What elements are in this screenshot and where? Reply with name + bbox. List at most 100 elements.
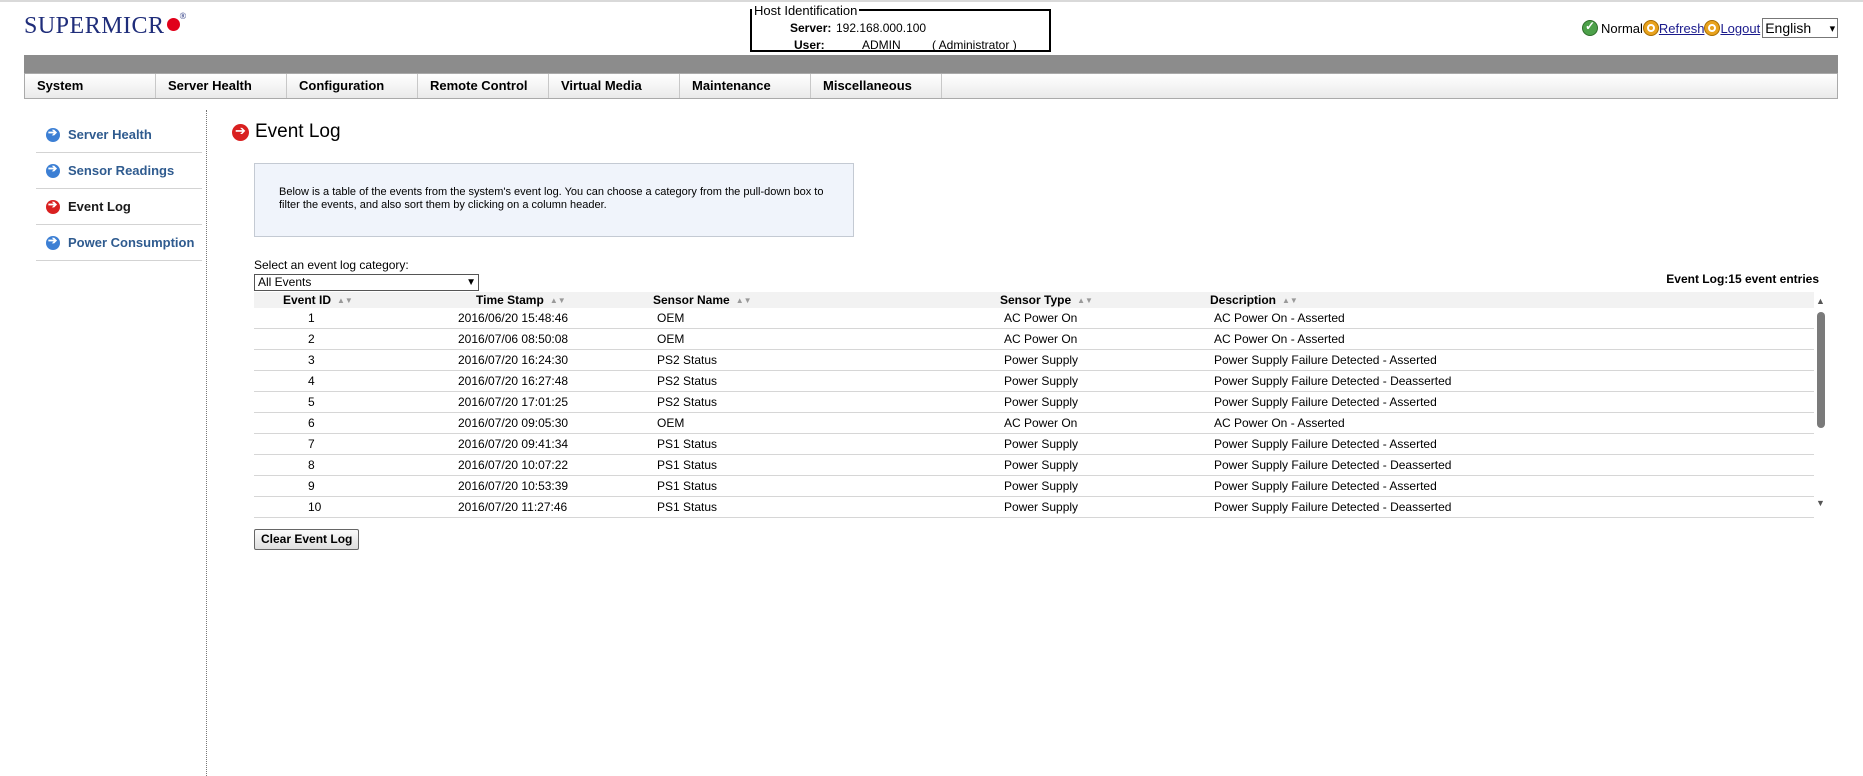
- column-header-sensor-type[interactable]: Sensor Type ▲▼: [963, 293, 1204, 307]
- main-menu: System Server Health Configuration Remot…: [24, 73, 1838, 99]
- cell-description: AC Power On - Asserted: [1214, 332, 1345, 346]
- logout-icon[interactable]: [1704, 20, 1721, 36]
- cell-event-id: 10: [308, 500, 322, 514]
- column-header-label: Sensor Type: [1000, 293, 1072, 307]
- menu-server-health[interactable]: Server Health: [156, 74, 287, 98]
- sidebar-item-sensor-readings[interactable]: Sensor Readings: [36, 153, 202, 189]
- sort-icon: ▲▼: [735, 296, 752, 305]
- user-role: ( Administrator ): [932, 38, 1017, 52]
- cell-time-stamp: 2016/06/20 15:48:46: [458, 311, 569, 325]
- host-identification-legend: Host Identification: [752, 3, 860, 18]
- cell-time-stamp: 2016/07/06 08:50:08: [458, 332, 569, 346]
- column-header-label: Time Stamp: [476, 293, 544, 307]
- cell-event-id: 6: [308, 416, 315, 430]
- table-scrollbar[interactable]: ▲ ▼: [1815, 296, 1827, 508]
- cell-sensor-name: PS2 Status: [657, 353, 718, 367]
- header-band: [24, 55, 1838, 73]
- user-label: User:: [794, 38, 825, 52]
- cell-sensor-name: PS1 Status: [657, 500, 718, 514]
- cell-event-id: 3: [308, 353, 315, 367]
- table-header: Event ID ▲▼ Time Stamp ▲▼ Sensor Name ▲▼ Se…: [254, 292, 1814, 308]
- clear-event-log-button[interactable]: Clear Event Log: [254, 529, 360, 550]
- cell-time-stamp: 2016/07/20 10:07:22: [458, 458, 569, 472]
- category-select[interactable]: All Events ▼: [254, 274, 479, 291]
- sort-icon: ▲▼: [1077, 296, 1093, 305]
- column-header-label: Sensor Name: [653, 293, 730, 307]
- language-select[interactable]: English ▾: [1762, 18, 1839, 38]
- cell-sensor-type: AC Power On: [1004, 416, 1078, 430]
- scroll-up-icon[interactable]: ▲: [1816, 296, 1825, 306]
- scroll-down-icon[interactable]: ▼: [1816, 498, 1825, 508]
- host-identification-box: Host Identification Server: 192.168.000.…: [750, 3, 1051, 52]
- cell-event-id: 7: [308, 437, 315, 451]
- refresh-icon[interactable]: [1642, 20, 1659, 36]
- cell-sensor-type: Power Supply: [1004, 395, 1079, 409]
- server-label: Server:: [790, 21, 832, 35]
- cell-sensor-name: OEM: [657, 311, 685, 325]
- event-log-table: Event ID ▲▼ Time Stamp ▲▼ Sensor Name ▲▼ Se…: [254, 292, 1814, 518]
- column-header-description[interactable]: Description ▲▼: [1204, 293, 1814, 307]
- table-row: 3 2016/07/20 16:24:30 PS2 Status Power S…: [254, 350, 1814, 371]
- logout-link[interactable]: Logout: [1720, 21, 1760, 36]
- column-header-label: Event ID: [283, 293, 332, 307]
- sidebar-item-label: Power Consumption: [68, 235, 195, 250]
- sidebar-item-label: Sensor Readings: [68, 163, 175, 178]
- cell-sensor-name: PS1 Status: [657, 437, 718, 451]
- scrollbar-thumb[interactable]: [1817, 312, 1825, 428]
- category-label: Select an event log category:: [254, 258, 409, 272]
- cell-description: Power Supply Failure Detected - Asserted: [1214, 395, 1437, 409]
- sidebar-item-server-health[interactable]: Server Health: [36, 117, 202, 153]
- logo-dot-icon: [166, 18, 180, 31]
- cell-event-id: 8: [308, 458, 315, 472]
- cell-sensor-type: Power Supply: [1004, 458, 1079, 472]
- cell-event-id: 4: [308, 374, 315, 388]
- menu-maintenance[interactable]: Maintenance: [680, 74, 811, 98]
- sort-icon: ▲▼: [1282, 296, 1298, 305]
- sidebar-item-event-log[interactable]: Event Log: [36, 189, 202, 225]
- table-row: 4 2016/07/20 16:27:48 PS2 Status Power S…: [254, 371, 1814, 392]
- cell-sensor-name: PS1 Status: [657, 479, 718, 493]
- table-row: 9 2016/07/20 10:53:39 PS1 Status Power S…: [254, 476, 1814, 497]
- cell-sensor-name: PS2 Status: [657, 374, 718, 388]
- menu-virtual-media[interactable]: Virtual Media: [549, 74, 680, 98]
- cell-description: Power Supply Failure Detected - Asserted: [1214, 479, 1437, 493]
- column-header-sensor-name[interactable]: Sensor Name ▲▼: [627, 293, 963, 307]
- table-row: 2 2016/07/06 08:50:08 OEM AC Power On AC…: [254, 329, 1814, 350]
- language-selected: English: [1765, 20, 1812, 36]
- top-status-bar: Normal Refresh Logout English ▾: [1582, 18, 1839, 38]
- table-row: 1 2016/06/20 15:48:46 OEM AC Power On AC…: [254, 308, 1814, 329]
- cell-sensor-type: Power Supply: [1004, 500, 1079, 514]
- sidebar-item-power-consumption[interactable]: Power Consumption: [36, 225, 202, 261]
- menu-remote-control[interactable]: Remote Control: [418, 74, 549, 98]
- sort-icon: ▲▼: [337, 296, 353, 305]
- cell-description: Power Supply Failure Detected - Asserted: [1214, 437, 1437, 451]
- cell-sensor-type: Power Supply: [1004, 437, 1079, 451]
- column-header-event-id[interactable]: Event ID ▲▼: [254, 293, 427, 307]
- menu-miscellaneous[interactable]: Miscellaneous: [811, 74, 942, 98]
- sidebar-item-label: Server Health: [68, 127, 152, 142]
- cell-description: AC Power On - Asserted: [1214, 311, 1345, 325]
- cell-time-stamp: 2016/07/20 16:27:48: [458, 374, 569, 388]
- column-header-time-stamp[interactable]: Time Stamp ▲▼: [427, 293, 627, 307]
- cell-sensor-name: OEM: [657, 332, 685, 346]
- status-normal-icon: [1582, 19, 1598, 36]
- page-title-text: Event Log: [255, 121, 341, 142]
- menu-configuration[interactable]: Configuration: [287, 74, 418, 98]
- registered-mark-icon: ®: [179, 11, 187, 21]
- cell-sensor-name: PS2 Status: [657, 395, 718, 409]
- arrow-right-red-icon: [46, 198, 60, 214]
- sidebar-item-label: Event Log: [68, 199, 131, 214]
- menu-system[interactable]: System: [25, 74, 156, 98]
- cell-sensor-name: PS1 Status: [657, 458, 718, 472]
- table-row: 7 2016/07/20 09:41:34 PS1 Status Power S…: [254, 434, 1814, 455]
- cell-event-id: 9: [308, 479, 315, 493]
- cell-description: AC Power On - Asserted: [1214, 416, 1345, 430]
- user-value: ADMIN: [862, 38, 901, 52]
- event-count: Event Log:15 event entries: [1666, 272, 1819, 286]
- cell-time-stamp: 2016/07/20 09:05:30: [458, 416, 569, 430]
- category-selected: All Events: [258, 275, 312, 289]
- cell-description: Power Supply Failure Detected - Deassert…: [1214, 458, 1452, 472]
- cell-sensor-type: AC Power On: [1004, 332, 1078, 346]
- refresh-link[interactable]: Refresh: [1659, 21, 1705, 36]
- cell-description: Power Supply Failure Detected - Deassert…: [1214, 374, 1452, 388]
